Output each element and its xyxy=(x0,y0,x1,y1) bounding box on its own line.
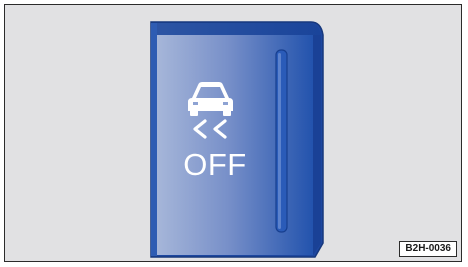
button-left-edge xyxy=(151,23,157,256)
button-face xyxy=(157,35,313,255)
button-off-label: OFF xyxy=(183,147,247,182)
traction-control-button[interactable] xyxy=(150,21,324,258)
image-code-label: B2H-0036 xyxy=(399,241,457,257)
button-right-bevel xyxy=(313,35,321,255)
button-groove-highlight xyxy=(278,53,281,229)
button-groove xyxy=(275,49,288,233)
button-top-rim xyxy=(152,23,321,35)
switch-illustration xyxy=(150,21,324,258)
illustration-frame: OFF B2H-0036 xyxy=(4,4,462,262)
